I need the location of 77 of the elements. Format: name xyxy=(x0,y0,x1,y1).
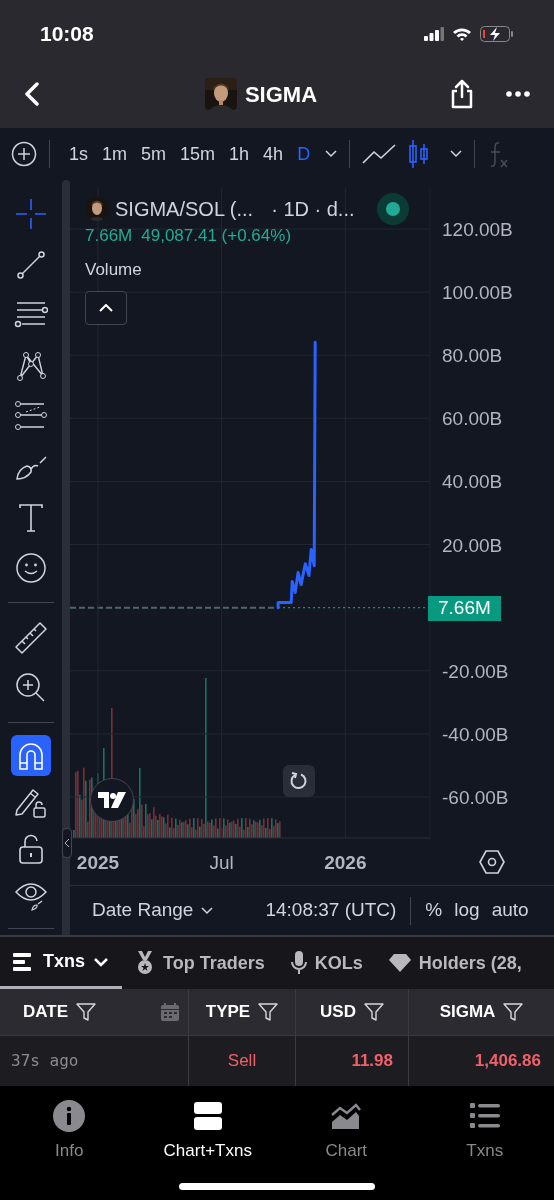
info-icon xyxy=(53,1100,86,1132)
time-axis-label: Jul xyxy=(209,852,234,873)
price-change: 49,087.41 (+0.64%) xyxy=(141,225,292,247)
tab[interactable]: KOLs xyxy=(277,937,376,989)
column-header: DATE xyxy=(23,1001,68,1024)
amount-cell-text: 1,406.86 xyxy=(474,1050,541,1073)
signal-icon xyxy=(424,27,444,41)
reset-view-button[interactable] xyxy=(283,765,315,797)
status-time: 10:08 xyxy=(40,21,94,48)
tab[interactable]: Holders (28, xyxy=(375,937,535,989)
time-axis-label: 2025 xyxy=(76,852,120,873)
scale-option[interactable]: auto xyxy=(485,896,535,925)
battery-charging-icon xyxy=(480,26,514,42)
calendar-icon[interactable] xyxy=(161,1003,179,1021)
price-axis-label: -60.00B xyxy=(442,787,509,808)
scale-option[interactable]: % xyxy=(419,896,449,925)
collapse-button[interactable] xyxy=(85,291,127,325)
wifi-icon xyxy=(452,27,472,41)
price-axis-label: 80.00B xyxy=(442,345,503,367)
chart-settings-icon[interactable] xyxy=(478,849,506,875)
medal-icon xyxy=(135,951,155,975)
filter-icon[interactable] xyxy=(503,1002,524,1022)
price-axis-label: 120.00B xyxy=(442,219,513,240)
timeframe-tab[interactable]: 1s xyxy=(62,140,95,168)
token-title: SIGMA xyxy=(244,80,318,109)
date-cell-text: 37s ago xyxy=(11,1050,79,1072)
date-range-button[interactable]: Date Range xyxy=(92,896,214,925)
timeframe-tab[interactable]: D xyxy=(290,140,318,168)
reset-icon xyxy=(290,772,308,790)
split-view-icon xyxy=(193,1100,222,1132)
timeframe-tab[interactable]: 4h xyxy=(256,140,291,168)
chevron-down-icon[interactable] xyxy=(450,150,463,158)
time-axis-label: 2026 xyxy=(324,852,367,873)
filter-icon[interactable] xyxy=(76,1002,96,1022)
price-axis-label: 20.00B xyxy=(442,534,503,556)
diamond-icon xyxy=(388,954,411,972)
share-button[interactable] xyxy=(450,79,474,109)
add-button[interactable] xyxy=(11,141,37,167)
column-header: USD xyxy=(320,1001,356,1024)
chevron-down-icon xyxy=(201,906,214,915)
more-button[interactable] xyxy=(506,91,530,97)
timeframe-tab[interactable]: 15m xyxy=(173,140,223,168)
collapse-handle[interactable] xyxy=(62,828,72,858)
utc-time: 14:08:37 (UTC) xyxy=(265,898,397,923)
candlestick-icon[interactable] xyxy=(408,139,431,169)
scale-option[interactable]: log xyxy=(448,896,486,925)
column-header: SIGMA xyxy=(439,1001,496,1024)
nav-tab[interactable]: Info xyxy=(53,1100,86,1164)
nav-tab[interactable]: Txns xyxy=(466,1100,504,1164)
type-cell-text: Sell xyxy=(227,1050,257,1073)
caret-up-icon xyxy=(99,304,113,312)
price-axis-label: 40.00B xyxy=(442,471,503,493)
timeframe-tab[interactable]: 1m xyxy=(95,140,135,168)
back-icon xyxy=(24,82,40,106)
price-axis-label: -20.00B xyxy=(442,660,509,682)
price-axis-label: -40.00B xyxy=(442,723,509,745)
nav-tab[interactable]: Chart+Txns xyxy=(163,1100,252,1164)
tab[interactable]: Top Traders xyxy=(122,937,278,989)
indicator-label: Volume xyxy=(85,258,143,281)
nav-tab[interactable]: Chart xyxy=(325,1100,368,1164)
interval-label: · 1D · d... xyxy=(271,197,355,222)
filter-icon[interactable] xyxy=(363,1002,384,1022)
price-axis-label: 100.00B xyxy=(442,282,513,304)
filter-icon[interactable] xyxy=(258,1002,279,1022)
timeframe-tab[interactable]: 1h xyxy=(222,140,257,168)
magnet-icon[interactable] xyxy=(11,735,51,777)
chevron-down-icon xyxy=(93,956,109,967)
microphone-icon xyxy=(290,951,307,975)
line-chart-icon[interactable] xyxy=(362,143,397,165)
column-header: TYPE xyxy=(205,1001,251,1024)
timeframe-tab[interactable]: 5m xyxy=(134,140,174,168)
price-badge: 7.66M xyxy=(428,596,501,621)
symbol-label: SIGMA/SOL (... xyxy=(115,197,254,222)
usd-cell-text: 11.98 xyxy=(351,1050,393,1073)
chevron-down-icon[interactable] xyxy=(325,150,338,158)
price-axis-label: 60.00B xyxy=(442,408,503,430)
last-value: 7.66M xyxy=(85,225,133,247)
